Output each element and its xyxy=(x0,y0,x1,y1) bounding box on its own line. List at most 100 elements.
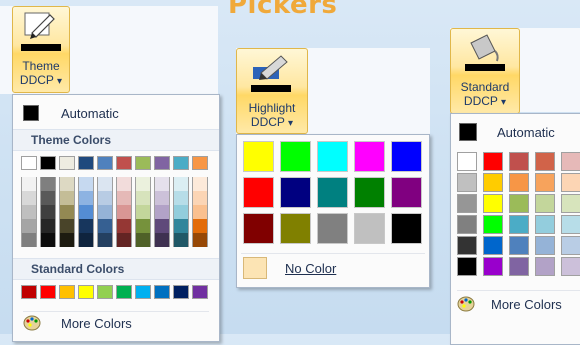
theme-shade-swatch[interactable] xyxy=(173,177,189,191)
theme-shade-swatch[interactable] xyxy=(97,177,113,191)
theme-shade-swatch[interactable] xyxy=(59,205,75,219)
standard-picker-swatch[interactable] xyxy=(561,215,580,234)
theme-ddcp-button[interactable]: Theme DDCP ▾ xyxy=(12,6,70,93)
highlight-color-swatch[interactable] xyxy=(317,141,348,172)
standard-picker-swatch[interactable] xyxy=(483,257,503,276)
theme-shade-swatch[interactable] xyxy=(116,191,132,205)
theme-shade-swatch[interactable] xyxy=(192,219,208,233)
theme-shade-swatch[interactable] xyxy=(21,205,37,219)
theme-shade-swatch[interactable] xyxy=(78,219,94,233)
highlight-color-swatch[interactable] xyxy=(391,141,422,172)
standard-color-swatch[interactable] xyxy=(97,285,113,299)
theme-shade-swatch[interactable] xyxy=(59,177,75,191)
theme-shade-swatch[interactable] xyxy=(21,177,37,191)
standard-picker-swatch[interactable] xyxy=(457,236,477,255)
standard-ddcp-button[interactable]: Standard DDCP ▾ xyxy=(450,28,520,114)
theme-shade-swatch[interactable] xyxy=(135,219,151,233)
standard-picker-swatch[interactable] xyxy=(457,152,477,171)
standard-more-colors-option[interactable]: More Colors xyxy=(457,290,580,317)
theme-color-swatch[interactable] xyxy=(78,156,94,170)
theme-shade-swatch[interactable] xyxy=(21,219,37,233)
theme-shade-swatch[interactable] xyxy=(173,191,189,205)
theme-color-swatch[interactable] xyxy=(192,156,208,170)
theme-color-swatch[interactable] xyxy=(21,156,37,170)
standard-picker-swatch[interactable] xyxy=(561,152,580,171)
standard-picker-swatch[interactable] xyxy=(509,215,529,234)
theme-shade-swatch[interactable] xyxy=(192,233,208,247)
theme-shade-swatch[interactable] xyxy=(40,219,56,233)
highlight-color-swatch[interactable] xyxy=(280,213,311,244)
highlight-color-swatch[interactable] xyxy=(243,141,274,172)
theme-shade-swatch[interactable] xyxy=(59,219,75,233)
standard-picker-swatch[interactable] xyxy=(561,173,580,192)
standard-color-swatch[interactable] xyxy=(173,285,189,299)
standard-picker-swatch[interactable] xyxy=(509,194,529,213)
standard-picker-swatch[interactable] xyxy=(535,257,555,276)
highlight-color-swatch[interactable] xyxy=(280,177,311,208)
highlight-color-swatch[interactable] xyxy=(317,177,348,208)
theme-shade-swatch[interactable] xyxy=(192,205,208,219)
standard-picker-swatch[interactable] xyxy=(483,215,503,234)
standard-picker-swatch[interactable] xyxy=(457,215,477,234)
theme-shade-swatch[interactable] xyxy=(135,191,151,205)
standard-picker-swatch[interactable] xyxy=(483,236,503,255)
standard-picker-swatch[interactable] xyxy=(483,173,503,192)
standard-picker-swatch[interactable] xyxy=(535,194,555,213)
standard-picker-swatch[interactable] xyxy=(483,194,503,213)
theme-shade-swatch[interactable] xyxy=(97,191,113,205)
theme-shade-swatch[interactable] xyxy=(40,233,56,247)
standard-picker-swatch[interactable] xyxy=(561,194,580,213)
automatic-option[interactable]: Automatic xyxy=(23,103,119,123)
theme-shade-swatch[interactable] xyxy=(173,233,189,247)
standard-picker-swatch[interactable] xyxy=(561,236,580,255)
standard-picker-swatch[interactable] xyxy=(509,257,529,276)
highlight-ddcp-button[interactable]: Highlight DDCP ▾ xyxy=(236,48,308,134)
theme-shade-swatch[interactable] xyxy=(154,191,170,205)
highlight-color-swatch[interactable] xyxy=(391,213,422,244)
standard-automatic-option[interactable]: Automatic xyxy=(459,121,555,143)
standard-picker-swatch[interactable] xyxy=(509,173,529,192)
theme-shade-swatch[interactable] xyxy=(78,177,94,191)
standard-color-swatch[interactable] xyxy=(154,285,170,299)
highlight-color-swatch[interactable] xyxy=(391,177,422,208)
standard-picker-swatch[interactable] xyxy=(535,173,555,192)
standard-color-swatch[interactable] xyxy=(21,285,37,299)
theme-shade-swatch[interactable] xyxy=(59,233,75,247)
standard-color-swatch[interactable] xyxy=(192,285,208,299)
theme-shade-swatch[interactable] xyxy=(173,205,189,219)
standard-picker-swatch[interactable] xyxy=(535,152,555,171)
standard-color-swatch[interactable] xyxy=(59,285,75,299)
standard-color-swatch[interactable] xyxy=(135,285,151,299)
theme-shade-swatch[interactable] xyxy=(21,191,37,205)
theme-shade-swatch[interactable] xyxy=(40,191,56,205)
standard-picker-swatch[interactable] xyxy=(509,236,529,255)
standard-color-swatch[interactable] xyxy=(116,285,132,299)
theme-shade-swatch[interactable] xyxy=(154,205,170,219)
theme-color-swatch[interactable] xyxy=(154,156,170,170)
standard-color-swatch[interactable] xyxy=(40,285,56,299)
highlight-color-swatch[interactable] xyxy=(317,213,348,244)
theme-shade-swatch[interactable] xyxy=(78,233,94,247)
more-colors-option[interactable]: More Colors xyxy=(23,311,209,334)
standard-picker-swatch[interactable] xyxy=(457,173,477,192)
standard-picker-swatch[interactable] xyxy=(535,215,555,234)
highlight-color-swatch[interactable] xyxy=(354,177,385,208)
theme-shade-swatch[interactable] xyxy=(78,191,94,205)
theme-shade-swatch[interactable] xyxy=(97,233,113,247)
standard-color-swatch[interactable] xyxy=(78,285,94,299)
theme-shade-swatch[interactable] xyxy=(97,219,113,233)
standard-picker-swatch[interactable] xyxy=(483,152,503,171)
theme-shade-swatch[interactable] xyxy=(78,205,94,219)
theme-color-swatch[interactable] xyxy=(135,156,151,170)
theme-color-swatch[interactable] xyxy=(59,156,75,170)
theme-color-swatch[interactable] xyxy=(97,156,113,170)
theme-shade-swatch[interactable] xyxy=(59,191,75,205)
theme-shade-swatch[interactable] xyxy=(154,219,170,233)
theme-color-swatch[interactable] xyxy=(173,156,189,170)
theme-shade-swatch[interactable] xyxy=(116,205,132,219)
theme-shade-swatch[interactable] xyxy=(154,177,170,191)
standard-picker-swatch[interactable] xyxy=(457,257,477,276)
theme-shade-swatch[interactable] xyxy=(135,177,151,191)
theme-shade-swatch[interactable] xyxy=(135,233,151,247)
highlight-color-swatch[interactable] xyxy=(243,177,274,208)
